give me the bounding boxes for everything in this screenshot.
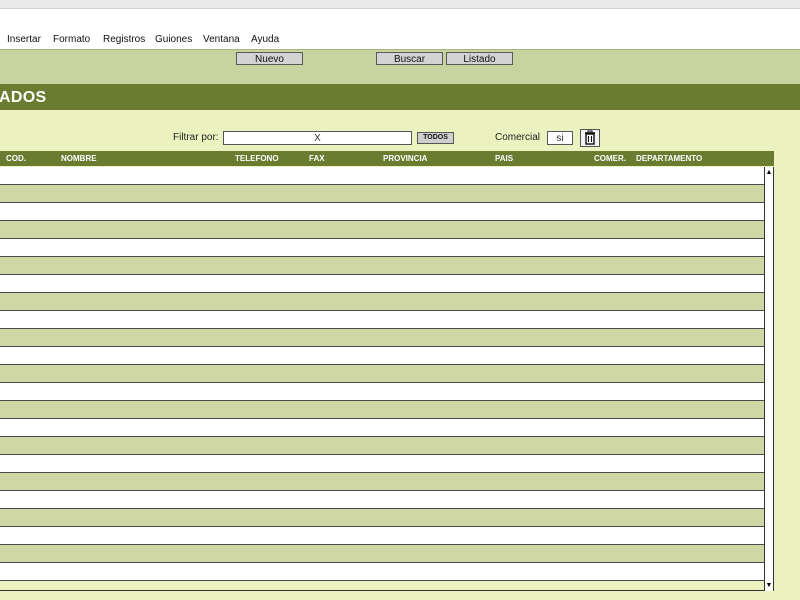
comercial-input[interactable] (547, 131, 573, 145)
table-row[interactable] (0, 365, 764, 383)
buscar-button[interactable]: Buscar (376, 52, 443, 65)
table-row[interactable] (0, 401, 764, 419)
scroll-up-arrow-icon[interactable]: ▲ (765, 168, 773, 177)
table-row[interactable] (0, 437, 764, 455)
column-header-nombre[interactable]: NOMBRE (61, 154, 97, 163)
menu-registros[interactable]: Registros (103, 34, 145, 45)
table-row[interactable] (0, 275, 764, 293)
section-title-bar: ADOS (0, 84, 800, 110)
listado-button[interactable]: Listado (446, 52, 513, 65)
window-top-strip (0, 0, 800, 9)
comercial-label: Comercial (495, 132, 541, 143)
table-row[interactable] (0, 509, 764, 527)
table-row[interactable] (0, 311, 764, 329)
table-row[interactable] (0, 185, 764, 203)
table-row[interactable] (0, 329, 764, 347)
filter-label: Filtrar por: (173, 132, 219, 143)
menu-guiones[interactable]: Guiones (155, 34, 192, 45)
column-header-provincia[interactable]: PROVINCIA (383, 154, 427, 163)
trash-icon (585, 130, 595, 145)
column-header-cod[interactable]: COD. (6, 154, 26, 163)
menu-ventana[interactable]: Ventana (203, 34, 240, 45)
column-header-pais[interactable]: PAIS (495, 154, 513, 163)
menu-ayuda[interactable]: Ayuda (251, 34, 279, 45)
vertical-scrollbar[interactable]: ▲ ▼ (764, 167, 774, 591)
column-header-fax[interactable]: FAX (309, 154, 325, 163)
table-row[interactable] (0, 473, 764, 491)
table-header: COD. NOMBRE TELEFONO FAX PROVINCIA PAIS … (0, 151, 774, 166)
table-row[interactable] (0, 257, 764, 275)
table-row[interactable] (0, 203, 764, 221)
column-header-departamento[interactable]: DEPARTAMENTO (636, 154, 702, 163)
nuevo-button[interactable]: Nuevo (236, 52, 303, 65)
table-row[interactable] (0, 167, 764, 185)
table-row[interactable] (0, 383, 764, 401)
records-list[interactable] (0, 167, 764, 591)
table-row[interactable] (0, 491, 764, 509)
menu-bar: Insertar Formato Registros Guiones Venta… (0, 32, 800, 48)
table-row[interactable] (0, 239, 764, 257)
column-header-telefono[interactable]: TELEFONO (235, 154, 279, 163)
column-header-comer[interactable]: COMER. (594, 154, 626, 163)
main-content: Filtrar por: TODOS Comercial COD. NOMBRE… (0, 110, 800, 600)
table-row[interactable] (0, 455, 764, 473)
filter-input[interactable] (223, 131, 412, 145)
table-row[interactable] (0, 545, 764, 563)
delete-button[interactable] (580, 129, 600, 147)
table-row[interactable] (0, 527, 764, 545)
menu-insertar[interactable]: Insertar (7, 34, 41, 45)
page-title: ADOS (0, 89, 47, 106)
menu-formato[interactable]: Formato (53, 34, 90, 45)
toolbar: Nuevo Buscar Listado (0, 49, 800, 85)
scroll-down-arrow-icon[interactable]: ▼ (765, 581, 773, 590)
table-row[interactable] (0, 221, 764, 239)
todos-button[interactable]: TODOS (417, 132, 454, 144)
table-row[interactable] (0, 419, 764, 437)
table-row[interactable] (0, 563, 764, 581)
table-row[interactable] (0, 293, 764, 311)
table-row[interactable] (0, 347, 764, 365)
